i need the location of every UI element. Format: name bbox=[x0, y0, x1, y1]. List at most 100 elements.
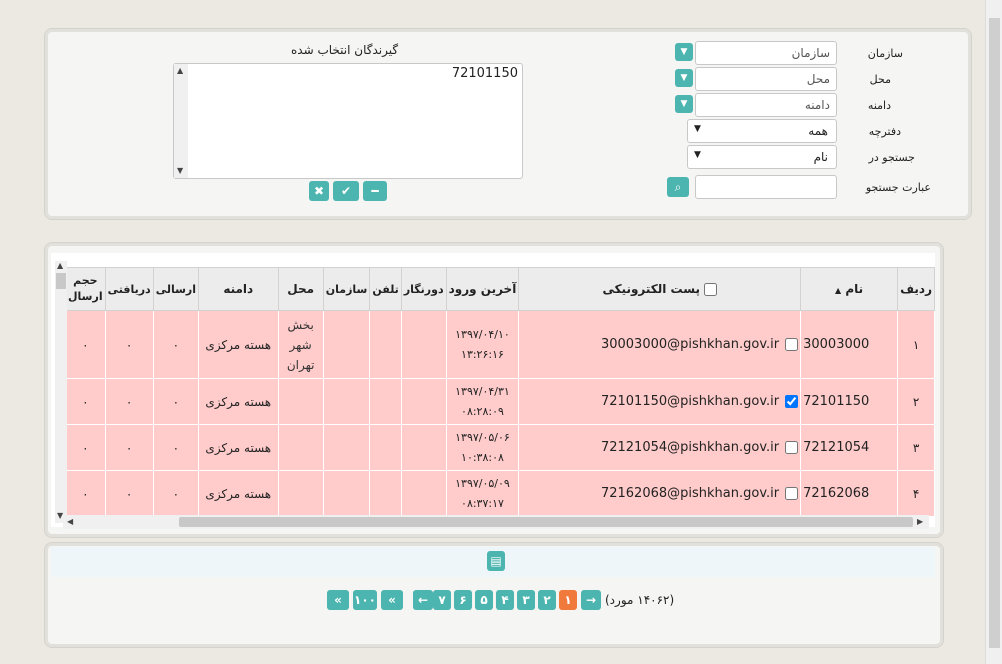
sort-asc-icon: ▲ bbox=[835, 286, 842, 295]
row-number: ۲ bbox=[897, 378, 935, 425]
location-dropdown-icon[interactable]: ▼ bbox=[675, 69, 693, 87]
row-number: ۴ bbox=[897, 470, 935, 517]
row-last-login-time: ۱۳:۲۶:۱۶ bbox=[461, 347, 504, 361]
clear-recipients-button[interactable]: ✖ bbox=[309, 181, 329, 201]
confirm-recipients-button[interactable]: ✔ bbox=[333, 181, 359, 201]
row-domain: هسته مرکزی bbox=[198, 378, 279, 425]
window-scrollbar-thumb[interactable] bbox=[989, 18, 1000, 648]
row-last-login: ۱۳۹۷/۰۵/۰۶ ۱۰:۳۸:۰۸ bbox=[445, 424, 520, 471]
header-received[interactable]: دریافتی bbox=[104, 267, 154, 311]
row-size: ۰ bbox=[65, 310, 106, 379]
search-in-label: جستجو در bbox=[868, 151, 915, 164]
domain-dropdown-icon[interactable]: ▼ bbox=[675, 95, 693, 113]
row-sent: ۰ bbox=[152, 310, 200, 379]
row-email-cell: 72101150@pishkhan.gov.ir bbox=[518, 378, 802, 425]
window-scrollbar[interactable] bbox=[985, 0, 1002, 664]
header-name-label: نام bbox=[845, 282, 864, 296]
location-field[interactable]: محل bbox=[695, 67, 837, 91]
page-button[interactable]: ۲ bbox=[538, 590, 556, 610]
row-number: ۱ bbox=[897, 310, 935, 379]
page-button[interactable]: ۴ bbox=[496, 590, 514, 610]
domain-label: دامنه bbox=[867, 99, 891, 112]
search-in-select-value: نام bbox=[813, 150, 828, 164]
remove-recipient-button[interactable]: ━ bbox=[363, 181, 387, 201]
domain-field[interactable]: دامنه bbox=[695, 93, 837, 117]
row-received: ۰ bbox=[104, 378, 154, 425]
header-row-number[interactable]: ردیف bbox=[897, 267, 935, 311]
table-row[interactable]: ۲ 72101150 72101150@pishkhan.gov.ir ۱۳۹۷/۰۴… bbox=[65, 378, 935, 425]
header-phone[interactable]: تلفن bbox=[369, 267, 402, 311]
header-email-label: پست الکترونیکی bbox=[602, 282, 700, 296]
prev-10-button[interactable]: « bbox=[381, 590, 403, 610]
row-size: ۰ bbox=[65, 470, 106, 517]
table-row[interactable]: ۳ 72121054 72121054@pishkhan.gov.ir ۱۳۹۷/۰۵… bbox=[65, 424, 935, 471]
recipients-table: ردیف نام ▲ پست الکترونیکی آخرین ورود دور… bbox=[65, 267, 935, 517]
recipients-textarea[interactable]: 72101150 ▲ ▼ bbox=[173, 63, 523, 179]
page-button[interactable]: ۷ bbox=[433, 590, 451, 610]
caret-down-icon: ▼ bbox=[694, 124, 701, 134]
scroll-right-icon[interactable]: ▶ bbox=[917, 517, 923, 526]
organization-label: سازمان bbox=[867, 47, 903, 60]
row-select-checkbox[interactable] bbox=[785, 487, 799, 500]
header-fax[interactable]: دورنگار bbox=[400, 267, 447, 311]
search-phrase-input[interactable] bbox=[695, 175, 837, 199]
header-sent-size[interactable]: حجم ارسال bbox=[65, 267, 106, 311]
row-domain: هسته مرکزی bbox=[198, 470, 279, 517]
row-last-login-date: ۱۳۹۷/۰۴/۱۰ bbox=[455, 327, 510, 341]
row-location bbox=[277, 378, 324, 425]
organization-field[interactable]: سازمان bbox=[695, 41, 837, 65]
select-all-checkbox[interactable] bbox=[703, 283, 717, 296]
page-button[interactable]: ۶ bbox=[454, 590, 472, 610]
row-last-login-time: ۱۰:۳۸:۰۸ bbox=[461, 450, 504, 464]
header-sent-size-line1: حجم bbox=[73, 274, 98, 287]
row-phone bbox=[369, 378, 402, 425]
header-domain[interactable]: دامنه bbox=[198, 267, 279, 311]
row-size: ۰ bbox=[65, 378, 106, 425]
search-icon[interactable]: ⌕ bbox=[667, 177, 689, 197]
caret-down-icon: ▼ bbox=[694, 150, 701, 160]
grid-vertical-scrollbar[interactable]: ▲ ▼ bbox=[55, 261, 67, 523]
row-last-login: ۱۳۹۷/۰۴/۳۱ ۰۸:۲۸:۰۹ bbox=[445, 378, 520, 425]
scroll-left-icon[interactable]: ◀ bbox=[67, 517, 73, 526]
row-org bbox=[322, 424, 371, 471]
prev-page-arrow-icon[interactable]: ← bbox=[413, 590, 433, 610]
header-sent[interactable]: ارسالی bbox=[152, 267, 200, 311]
scroll-up-icon[interactable]: ▲ bbox=[57, 261, 63, 270]
first-page-button[interactable]: « bbox=[327, 590, 349, 610]
page-button[interactable]: ۵ bbox=[475, 590, 493, 610]
folder-select-value: همه bbox=[808, 124, 828, 138]
header-name[interactable]: نام ▲ bbox=[800, 267, 899, 311]
recipients-title: گیرندگان انتخاب شده bbox=[291, 43, 399, 57]
row-received: ۰ bbox=[104, 310, 154, 379]
row-email-cell: 72162068@pishkhan.gov.ir bbox=[518, 470, 802, 517]
header-last-login[interactable]: آخرین ورود bbox=[445, 267, 520, 311]
grid-vertical-thumb[interactable] bbox=[56, 273, 66, 289]
jump-100-button[interactable]: ۱۰۰ bbox=[353, 590, 377, 610]
folder-select[interactable]: همه ▼ bbox=[687, 119, 837, 143]
row-location bbox=[277, 424, 324, 471]
page-button[interactable]: ۳ bbox=[517, 590, 535, 610]
row-select-checkbox[interactable] bbox=[785, 395, 799, 408]
table-row[interactable]: ۱ 30003000 30003000@pishkhan.gov.ir ۱۳۹۷/۰۴… bbox=[65, 310, 935, 379]
header-org[interactable]: سازمان bbox=[322, 267, 371, 311]
scroll-down-icon[interactable]: ▼ bbox=[177, 166, 183, 175]
header-location[interactable]: محل bbox=[277, 267, 324, 311]
next-page-arrow-icon[interactable]: → bbox=[581, 590, 601, 610]
row-fax bbox=[400, 470, 447, 517]
page-button[interactable]: ۱ bbox=[559, 590, 577, 610]
row-select-checkbox[interactable] bbox=[785, 338, 799, 351]
row-last-login-time: ۰۸:۳۷:۱۷ bbox=[461, 496, 504, 510]
row-location-line: تهران bbox=[286, 357, 315, 372]
row-sent: ۰ bbox=[152, 378, 200, 425]
recipients-scrollbar[interactable]: ▲ ▼ bbox=[174, 64, 188, 178]
grid-horizontal-scrollbar[interactable]: ◀ ▶ bbox=[63, 515, 929, 529]
row-select-checkbox[interactable] bbox=[785, 441, 799, 454]
scroll-up-icon[interactable]: ▲ bbox=[177, 66, 183, 75]
search-phrase-label: عبارت جستجو bbox=[865, 181, 931, 194]
export-document-icon[interactable]: ▤ bbox=[487, 551, 505, 571]
table-row[interactable]: ۴ 72162068 72162068@pishkhan.gov.ir ۱۳۹۷/۰۵… bbox=[65, 470, 935, 517]
grid-horizontal-thumb[interactable] bbox=[179, 517, 913, 527]
header-email[interactable]: پست الکترونیکی bbox=[518, 267, 802, 311]
search-in-select[interactable]: نام ▼ bbox=[687, 145, 837, 169]
organization-dropdown-icon[interactable]: ▼ bbox=[675, 43, 693, 61]
